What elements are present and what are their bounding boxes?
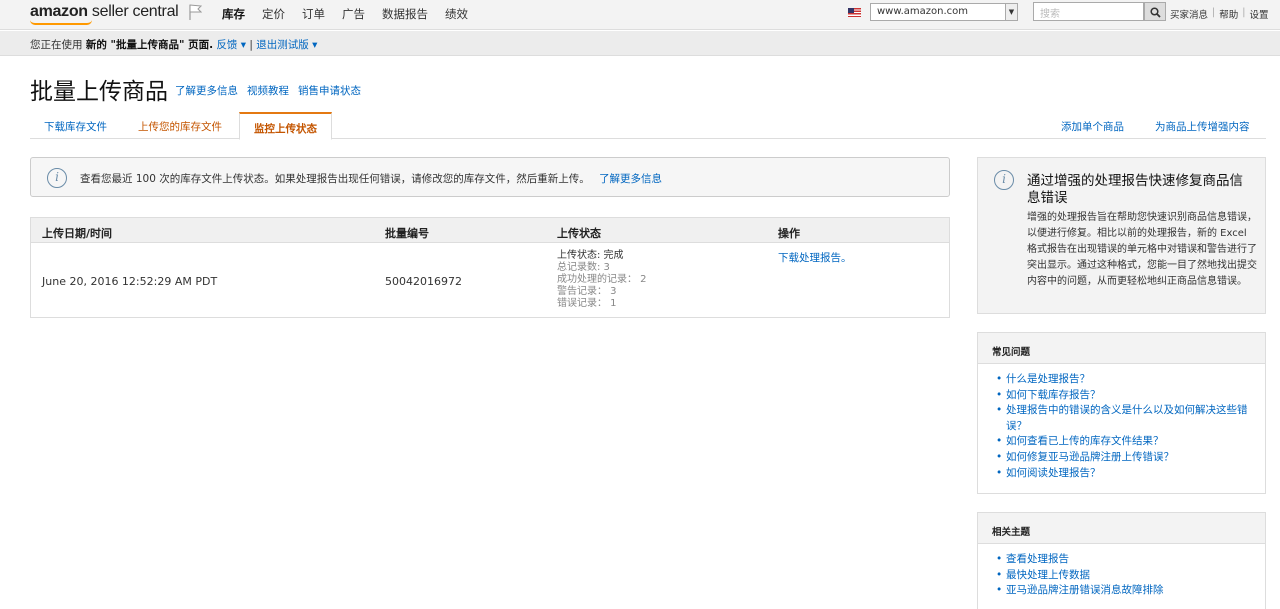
- upload-enhanced-content-link[interactable]: 为商品上传增强内容: [1155, 119, 1250, 134]
- total-records: 总记录数: 3: [557, 262, 610, 273]
- related-title: 相关主题: [978, 513, 1265, 544]
- page-title: 批量上传商品: [30, 79, 168, 105]
- batch-id: 50042016972: [385, 275, 462, 288]
- related-topics-panel: 相关主题 查看处理报告 最快处理上传数据 亚马逊品牌注册错误消息故障排除: [977, 512, 1266, 609]
- tab-monitor-upload-status[interactable]: 监控上传状态: [239, 112, 332, 140]
- faq-item[interactable]: 什么是处理报告？: [996, 372, 1251, 388]
- related-item[interactable]: 亚马逊品牌注册错误消息故障排除: [996, 583, 1251, 599]
- tab-bar: 下载库存文件 上传您的库存文件 监控上传状态 添加单个商品 为商品上传增强内容: [30, 112, 1266, 140]
- tab-download-inventory-file[interactable]: 下载库存文件: [30, 112, 121, 139]
- related-list: 查看处理报告 最快处理上传数据 亚马逊品牌注册错误消息故障排除: [978, 544, 1265, 605]
- success-records: 成功处理的记录： 2: [557, 274, 647, 285]
- menu-performance[interactable]: 绩效: [445, 6, 468, 22]
- info-icon: i: [994, 170, 1014, 190]
- top-links: 买家消息 | 帮助 | 设置: [1170, 7, 1268, 21]
- faq-title: 常见问题: [978, 333, 1265, 364]
- warning-records: 警告记录： 3: [557, 286, 617, 297]
- separator: |: [249, 39, 253, 51]
- top-navigation: amazon seller central 库存 定价 订单 广告 数据报告 绩…: [0, 0, 1280, 30]
- upload-status-table: 上传日期/时间 批量编号 上传状态 操作 June 20, 2016 12:52…: [30, 217, 950, 318]
- enhanced-report-promo: i 通过增强的处理报告快速修复商品信息错误 增强的处理报告旨在帮助您快速识别商品…: [977, 157, 1266, 314]
- header-batch-id: 批量编号: [385, 227, 429, 240]
- search-icon: [1150, 7, 1161, 18]
- faq-panel: 常见问题 什么是处理报告？ 如何下载库存报告？ 处理报告中的错误的含义是什么以及…: [977, 332, 1266, 494]
- table-header: 上传日期/时间 批量编号 上传状态 操作: [31, 218, 949, 243]
- learn-more-link[interactable]: 了解更多信息: [175, 83, 238, 98]
- header-action: 操作: [778, 227, 800, 240]
- upload-status: 上传状态: 完成 总记录数: 3 成功处理的记录： 2 警告记录： 3 错误记录…: [557, 250, 647, 310]
- search-input[interactable]: 搜索: [1033, 2, 1144, 21]
- menu-pricing[interactable]: 定价: [262, 6, 285, 22]
- title-links: 了解更多信息 视频教程 销售申请状态: [175, 83, 361, 98]
- alert-message: 查看您最近 100 次的库存文件上传状态。如果处理报告出现任何错误，请修改您的库…: [80, 173, 590, 185]
- status-main: 上传状态: 完成: [557, 250, 624, 261]
- logo-smile-icon: [30, 20, 92, 25]
- menu-inventory[interactable]: 库存: [222, 6, 245, 22]
- separator: |: [1212, 7, 1216, 18]
- exit-beta-link[interactable]: 退出测试版 ▾: [256, 39, 317, 51]
- promo-body: 增强的处理报告旨在帮助您快速识别商品信息错误，以便进行修复。相比以前的处理报告，…: [1027, 212, 1257, 287]
- buyer-messages-link[interactable]: 买家消息: [1170, 7, 1208, 21]
- seller-central-logo[interactable]: amazon seller central: [30, 3, 179, 21]
- separator: |: [1242, 7, 1246, 18]
- related-item[interactable]: 最快处理上传数据: [996, 568, 1251, 584]
- feedback-link[interactable]: 反馈 ▾: [216, 39, 246, 51]
- related-item[interactable]: 查看处理报告: [996, 552, 1251, 568]
- help-link[interactable]: 帮助: [1219, 7, 1238, 21]
- header-datetime: 上传日期/时间: [42, 227, 113, 240]
- beta-prefix: 您正在使用: [30, 39, 86, 51]
- faq-item[interactable]: 如何下载库存报告？: [996, 388, 1251, 404]
- header-status: 上传状态: [557, 227, 601, 240]
- info-alert: i 查看您最近 100 次的库存文件上传状态。如果处理报告出现任何错误，请修改您…: [30, 157, 950, 197]
- beta-banner: 您正在使用 新的 "批量上传商品" 页面. 反馈 ▾ | 退出测试版 ▾: [0, 31, 1280, 56]
- faq-item[interactable]: 处理报告中的错误的含义是什么以及如何解决这些错误？: [996, 403, 1251, 434]
- marketplace-select[interactable]: www.amazon.com ▼: [870, 3, 1018, 21]
- info-icon: i: [47, 168, 67, 188]
- faq-item[interactable]: 如何修复亚马逊品牌注册上传错误？: [996, 450, 1251, 466]
- video-tutorial-link[interactable]: 视频教程: [247, 83, 289, 98]
- faq-list: 什么是处理报告？ 如何下载库存报告？ 处理报告中的错误的含义是什么以及如何解决这…: [978, 364, 1265, 487]
- settings-link[interactable]: 设置: [1249, 7, 1268, 21]
- promo-title: 通过增强的处理报告快速修复商品信息错误: [1027, 173, 1243, 206]
- faq-item[interactable]: 如何查看已上传的库存文件结果？: [996, 434, 1251, 450]
- search-button[interactable]: [1144, 2, 1166, 21]
- tab-upload-inventory-file[interactable]: 上传您的库存文件: [124, 112, 236, 139]
- menu-orders[interactable]: 订单: [302, 6, 325, 22]
- main-menu: 库存 定价 订单 广告 数据报告 绩效: [222, 6, 468, 22]
- chevron-down-icon[interactable]: ▼: [1005, 4, 1017, 20]
- us-flag-icon: [848, 8, 861, 17]
- marketplace-value: www.amazon.com: [877, 6, 969, 17]
- download-processing-report-link[interactable]: 下载处理报告。: [778, 250, 852, 265]
- flag-icon[interactable]: [188, 4, 202, 20]
- beta-page-name: 新的 "批量上传商品" 页面.: [85, 39, 214, 51]
- upload-datetime: June 20, 2016 12:52:29 AM PDT: [42, 275, 218, 288]
- alert-text: 查看您最近 100 次的库存文件上传状态。如果处理报告出现任何错误，请修改您的库…: [80, 171, 662, 186]
- faq-item[interactable]: 如何阅读处理报告？: [996, 466, 1251, 482]
- menu-advertising[interactable]: 广告: [342, 6, 365, 22]
- selling-application-status-link[interactable]: 销售申请状态: [298, 83, 361, 98]
- menu-reports[interactable]: 数据报告: [382, 6, 428, 22]
- add-single-product-link[interactable]: 添加单个商品: [1061, 119, 1124, 134]
- error-records: 错误记录： 1: [557, 298, 617, 309]
- alert-learn-more-link[interactable]: 了解更多信息: [599, 173, 662, 185]
